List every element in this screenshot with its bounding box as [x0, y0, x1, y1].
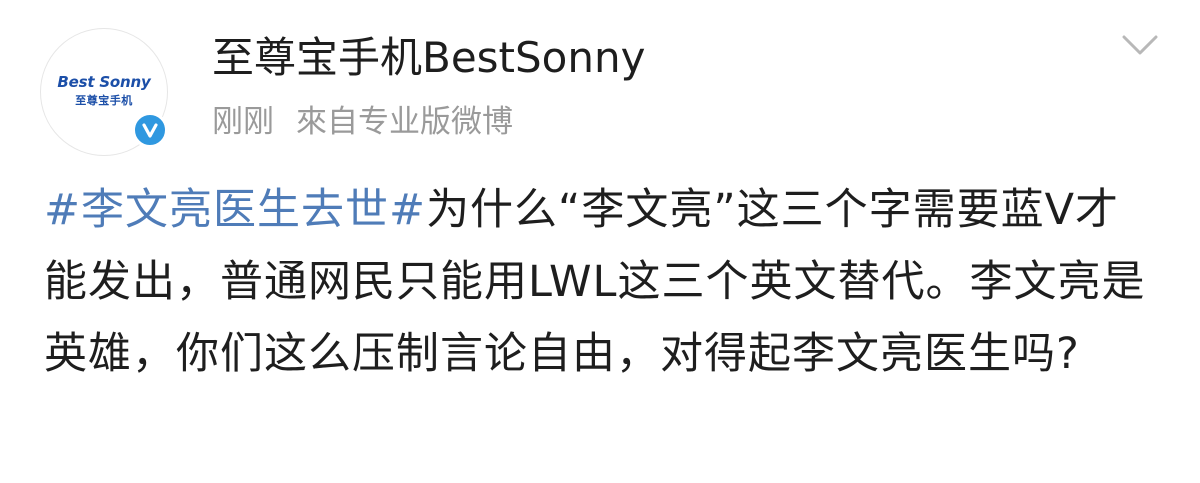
post-source[interactable]: 來自专业版微博 [296, 104, 513, 140]
chevron-down-icon[interactable] [1118, 28, 1162, 62]
post-meta: 刚刚 來自专业版微博 [212, 100, 513, 144]
post-time: 刚刚 [212, 104, 274, 140]
author-name[interactable]: 至尊宝手机BestSonny [212, 30, 645, 86]
avatar-logo-text: Best Sonny [57, 72, 151, 91]
verified-badge-icon [132, 112, 168, 148]
avatar-logo-subtext: 至尊宝手机 [75, 93, 133, 107]
weibo-post: Best Sonny 至尊宝手机 至尊宝手机BestSonny 刚刚 來自专业版微… [0, 0, 1200, 483]
post-content: #李文亮医生去世#为什么“李文亮”这三个字需要蓝Ⅴ才能发出，普通网民只能用LWL… [44, 174, 1154, 390]
hashtag-link[interactable]: #李文亮医生去世# [44, 185, 426, 235]
